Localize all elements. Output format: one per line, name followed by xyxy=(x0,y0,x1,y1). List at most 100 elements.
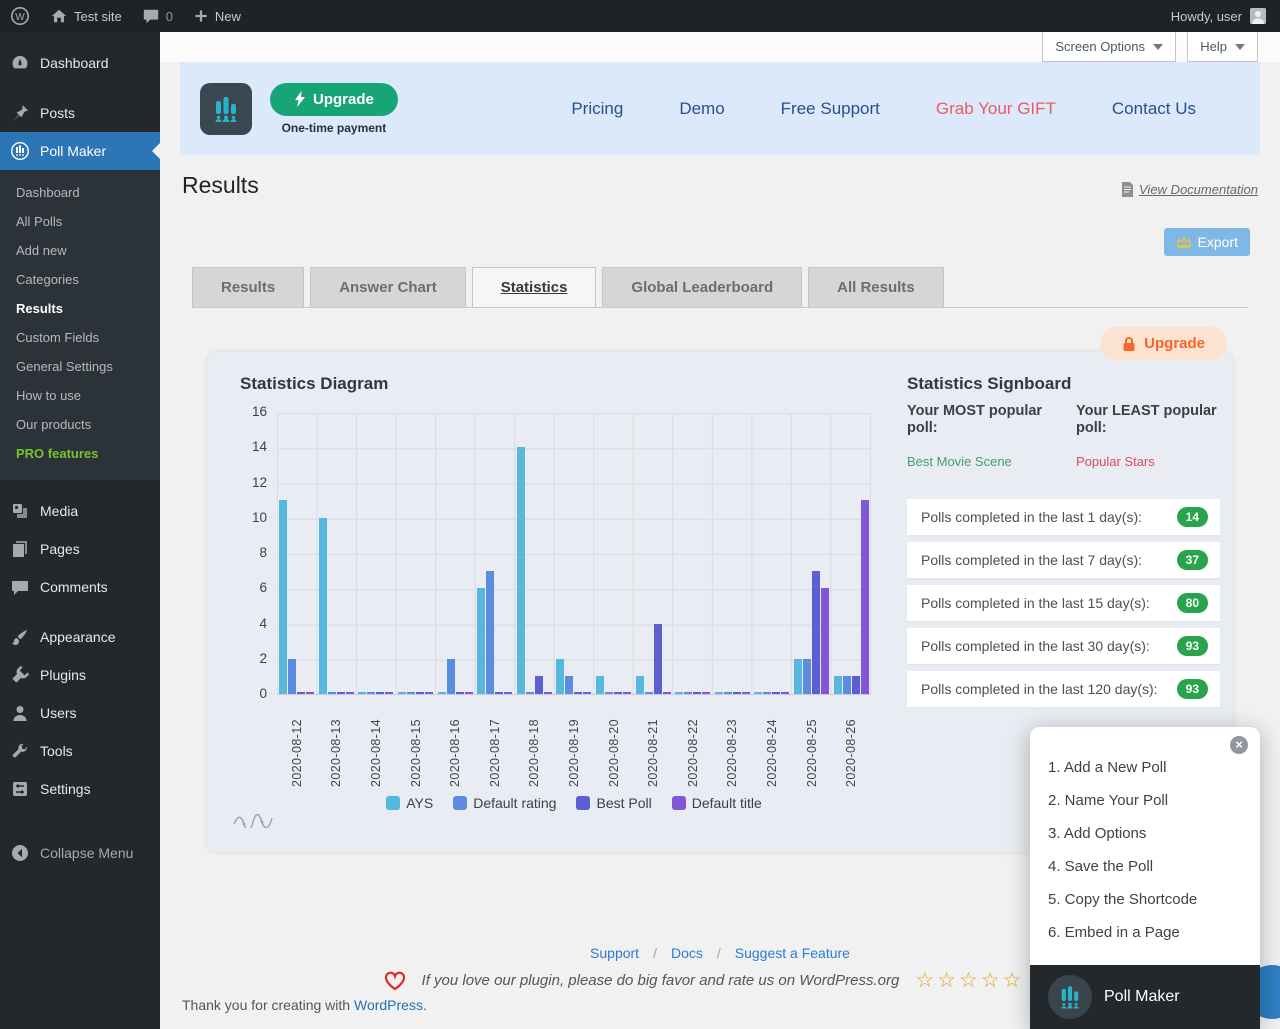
tab-answer-chart[interactable]: Answer Chart xyxy=(310,267,466,307)
legend-swatch xyxy=(453,796,467,810)
bar-default-title xyxy=(861,500,869,694)
star-icon[interactable]: ☆ xyxy=(981,969,1003,992)
bar-default-rating xyxy=(288,659,296,694)
legend-item-default-title[interactable]: Default title xyxy=(672,795,762,811)
bar-default-title xyxy=(385,692,393,694)
payment-note: One-time payment xyxy=(282,121,387,135)
tab-results[interactable]: Results xyxy=(192,267,304,307)
legend-item-ays[interactable]: AYS xyxy=(386,795,433,811)
submenu-how-to-use[interactable]: How to use xyxy=(0,381,160,410)
submenu-pro-features[interactable]: PRO features xyxy=(0,439,160,468)
legend-label: Default rating xyxy=(473,795,556,811)
sidebar-item-pages[interactable]: Pages xyxy=(0,530,160,568)
guide-step: 5. Copy the Shortcode xyxy=(1048,883,1197,916)
bar-default-title xyxy=(465,692,473,694)
chart-title: Statistics Diagram xyxy=(240,374,388,394)
star-icon[interactable]: ☆ xyxy=(1003,969,1025,992)
poll-maker-icon xyxy=(10,141,30,161)
help-button[interactable]: Help xyxy=(1187,32,1258,62)
sidebar-item-media[interactable]: Media xyxy=(0,492,160,530)
submenu-general-settings[interactable]: General Settings xyxy=(0,352,160,381)
banner-nav-link[interactable]: Free Support xyxy=(781,99,880,119)
collapse-menu-button[interactable]: Collapse Menu xyxy=(0,834,160,872)
tab-statistics[interactable]: Statistics xyxy=(472,267,597,307)
submenu-dashboard[interactable]: Dashboard xyxy=(0,178,160,207)
tab-global-leaderboard[interactable]: Global Leaderboard xyxy=(602,267,802,307)
sidebar-item-appearance[interactable]: Appearance xyxy=(0,618,160,656)
export-button[interactable]: Export xyxy=(1164,228,1250,256)
popup-footer: Poll Maker xyxy=(1030,965,1260,1029)
sidebar-item-label: Comments xyxy=(40,579,108,595)
sidebar-item-label: Users xyxy=(40,705,77,721)
comments-bubble[interactable]: 0 xyxy=(132,0,183,32)
star-icon[interactable]: ☆ xyxy=(937,969,959,992)
upgrade-pill-label: Upgrade xyxy=(1144,335,1205,352)
sidebar-item-users[interactable]: Users xyxy=(0,694,160,732)
close-icon[interactable]: × xyxy=(1230,736,1248,754)
sidebar-item-label: Poll Maker xyxy=(40,143,106,159)
upgrade-pill-button[interactable]: Upgrade xyxy=(1100,327,1227,360)
submenu-add-new[interactable]: Add new xyxy=(0,236,160,265)
submenu-our-products[interactable]: Our products xyxy=(0,410,160,439)
submenu-all-polls[interactable]: All Polls xyxy=(0,207,160,236)
star-icon[interactable]: ☆ xyxy=(915,969,937,992)
most-popular-block: Your MOST popular poll: Best Movie Scene xyxy=(907,403,1057,469)
legend-item-default-rating[interactable]: Default rating xyxy=(453,795,556,811)
sidebar-item-comments[interactable]: Comments xyxy=(0,568,160,606)
count-badge: 14 xyxy=(1177,507,1208,527)
wordpress-logo-menu[interactable]: W xyxy=(0,0,40,32)
banner-nav-link[interactable]: Contact Us xyxy=(1112,99,1196,119)
guide-step: 4. Save the Poll xyxy=(1048,850,1197,883)
bar-group xyxy=(831,413,871,694)
submenu-results[interactable]: Results xyxy=(0,294,160,323)
site-name-link[interactable]: Test site xyxy=(40,0,132,32)
wordpress-link[interactable]: WordPress xyxy=(354,997,423,1013)
bar-ays xyxy=(596,676,604,694)
banner-nav-link[interactable]: Grab Your GIFT xyxy=(936,99,1056,119)
submenu-custom-fields[interactable]: Custom Fields xyxy=(0,323,160,352)
screen-options-button[interactable]: Screen Options xyxy=(1042,32,1176,62)
bar-best-poll xyxy=(297,692,305,694)
count-badge: 80 xyxy=(1177,593,1208,613)
account-menu[interactable]: Howdy, user xyxy=(1171,8,1280,24)
polls-completed-row: Polls completed in the last 120 day(s):9… xyxy=(907,671,1220,707)
poll-maker-submenu: Dashboard All Polls Add new Categories R… xyxy=(0,170,160,480)
polls-completed-label: Polls completed in the last 7 day(s): xyxy=(921,552,1142,568)
footer-link-docs[interactable]: Docs xyxy=(671,945,703,961)
legend-swatch xyxy=(672,796,686,810)
legend-item-best-poll[interactable]: Best Poll xyxy=(576,795,651,811)
y-axis-tick: 10 xyxy=(221,510,267,525)
bar-default-rating xyxy=(328,692,336,694)
sidebar-item-settings[interactable]: Settings xyxy=(0,770,160,808)
footer-link-suggest-a-feature[interactable]: Suggest a Feature xyxy=(735,945,850,961)
results-tabs: ResultsAnswer ChartStatisticsGlobal Lead… xyxy=(192,267,944,307)
guide-steps: 1. Add a New Poll2. Name Your Poll3. Add… xyxy=(1048,751,1197,949)
admin-bar: W Test site 0 New Howdy, user xyxy=(0,0,1280,32)
banner-nav-link[interactable]: Pricing xyxy=(571,99,623,119)
bar-group xyxy=(752,413,792,694)
sidebar-item-poll-maker[interactable]: Poll Maker xyxy=(0,132,160,170)
bar-best-poll xyxy=(733,692,741,694)
legend-label: Default title xyxy=(692,795,762,811)
sidebar-item-label: Appearance xyxy=(40,629,116,645)
view-documentation-link[interactable]: View Documentation xyxy=(1121,182,1258,197)
star-icon[interactable]: ☆ xyxy=(959,969,981,992)
footer-link-support[interactable]: Support xyxy=(590,945,639,961)
bar-default-rating xyxy=(407,692,415,694)
bar-chart: 02468101214162020-08-122020-08-132020-08… xyxy=(277,413,871,695)
sidebar-item-label: Settings xyxy=(40,781,91,797)
new-menu[interactable]: New xyxy=(183,0,251,32)
sidebar-item-posts[interactable]: Posts xyxy=(0,94,160,132)
polls-completed-label: Polls completed in the last 15 day(s): xyxy=(921,595,1150,611)
sidebar-item-plugins[interactable]: Plugins xyxy=(0,656,160,694)
upgrade-button[interactable]: Upgrade xyxy=(270,83,398,116)
bar-ays xyxy=(675,692,683,694)
banner-nav-link[interactable]: Demo xyxy=(679,99,724,119)
submenu-categories[interactable]: Categories xyxy=(0,265,160,294)
sidebar-item-dashboard[interactable]: Dashboard xyxy=(0,44,160,82)
sidebar-item-tools[interactable]: Tools xyxy=(0,732,160,770)
legend-label: Best Poll xyxy=(596,795,651,811)
bar-ays xyxy=(438,692,446,694)
tab-all-results[interactable]: All Results xyxy=(808,267,944,307)
guide-step: 1. Add a New Poll xyxy=(1048,751,1197,784)
